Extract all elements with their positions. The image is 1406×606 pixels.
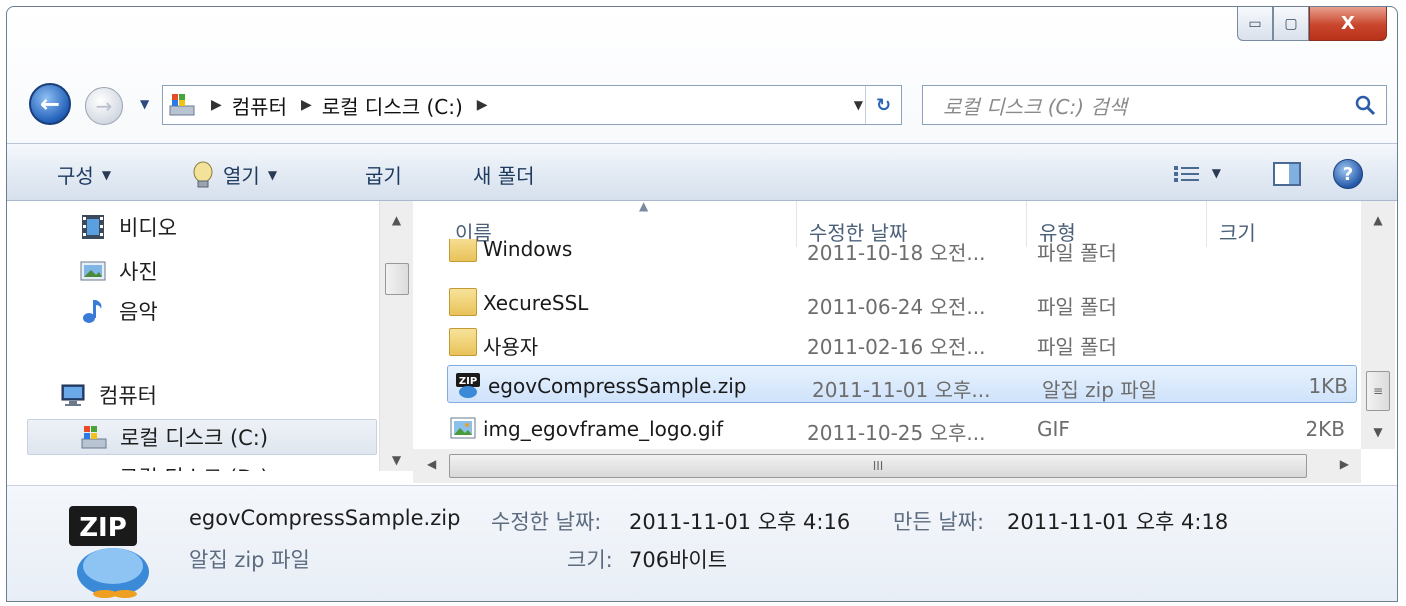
- address-bar[interactable]: ▶ 컴퓨터 ▶ 로컬 디스크 (C:) ▶ ▼ ↻: [162, 85, 902, 125]
- organize-button[interactable]: 구성 ▼: [57, 160, 111, 189]
- new-folder-button[interactable]: 새 폴더: [473, 160, 535, 189]
- scrollbar-thumb[interactable]: ≡: [1366, 371, 1390, 411]
- nav-item-label: 로컬 디스크 (D:): [119, 462, 269, 471]
- scroll-left-icon[interactable]: ◀: [427, 457, 436, 471]
- caption-buttons: ▭ ▢ X: [1237, 7, 1387, 45]
- breadcrumb-computer[interactable]: 컴퓨터: [232, 91, 287, 120]
- nav-item-video[interactable]: 비디오: [79, 209, 177, 245]
- detail-created-value: 2011-11-01 오후 4:18: [1007, 510, 1229, 534]
- detail-size-label: 크기:: [567, 548, 613, 572]
- zip-file-large-icon: ZIP: [69, 506, 149, 598]
- search-placeholder: 로컬 디스크 (C:) 검색: [943, 94, 1128, 119]
- detail-filename: egovCompressSample.zip: [189, 506, 461, 530]
- table-row-selected[interactable]: ZIP egovCompressSample.zip 2011-11-01 오후…: [447, 365, 1357, 403]
- svg-text:ZIP: ZIP: [459, 376, 477, 387]
- table-row[interactable]: 사용자 2011-02-16 오전... 파일 폴더: [443, 323, 1353, 361]
- music-icon: [83, 300, 102, 323]
- burn-label: 굽기: [365, 164, 402, 188]
- content-area: 비디오 사진 음악 컴퓨터 로컬 디스크 (C:) ▲ ▼ ▲ 이름 수정한 날…: [7, 201, 1397, 485]
- breadcrumb-local-disk-c[interactable]: 로컬 디스크 (C:): [322, 91, 463, 120]
- scrollbar-thumb[interactable]: [385, 263, 409, 295]
- open-bulb-icon: [193, 161, 213, 187]
- file-list-vertical-scrollbar[interactable]: ▲ ≡ ▼: [1361, 201, 1395, 449]
- search-icon[interactable]: [1354, 94, 1376, 116]
- refresh-button[interactable]: ↻: [865, 86, 901, 124]
- breadcrumb-separator[interactable]: ▶: [211, 97, 222, 113]
- scroll-right-icon[interactable]: ▶: [1340, 457, 1349, 471]
- nav-item-label: 사진: [119, 260, 158, 284]
- nav-item-pictures[interactable]: 사진: [79, 253, 158, 289]
- detail-modified-value: 2011-11-01 오후 4:16: [629, 510, 851, 534]
- address-dropdown[interactable]: ▼: [854, 98, 863, 112]
- explorer-window: ▭ ▢ X ← → ▼ ▶ 컴퓨터 ▶ 로컬 디스크 (C:) ▶ ▼ ↻ 로컬…: [6, 6, 1398, 602]
- zip-icon: ZIP: [456, 373, 480, 398]
- open-label: 열기: [223, 164, 260, 188]
- computer-icon: [61, 384, 85, 406]
- open-button[interactable]: 열기 ▼: [191, 160, 277, 189]
- navigation-row: ← → ▼ ▶ 컴퓨터 ▶ 로컬 디스크 (C:) ▶ ▼ ↻ 로컬 디스크 (…: [7, 67, 1397, 139]
- help-icon[interactable]: ?: [1333, 159, 1363, 189]
- folder-icon: [449, 239, 477, 262]
- file-list: ▲ 이름 수정한 날짜 유형 크기 Windows 2011-10-18 오전.…: [413, 201, 1361, 449]
- zip-icon-label: ZIP: [79, 513, 127, 543]
- close-button[interactable]: X: [1309, 7, 1387, 41]
- nav-item-music[interactable]: 음악: [79, 293, 158, 329]
- detail-filetype: 알집 zip 파일: [189, 548, 310, 572]
- view-dropdown-icon[interactable]: ▼: [1212, 166, 1221, 180]
- nav-item-computer[interactable]: 컴퓨터: [59, 377, 157, 413]
- details-pane: ZIP egovCompressSample.zip 알집 zip 파일 수정한…: [7, 485, 1397, 601]
- drive-icon: [169, 94, 195, 116]
- detail-created-label: 만든 날짜:: [893, 510, 985, 534]
- organize-label: 구성: [57, 164, 94, 188]
- scroll-down-icon[interactable]: ▼: [1361, 425, 1395, 439]
- command-toolbar: 구성 ▼ 열기 ▼ 굽기 새 폴더 ▼ ?: [7, 143, 1397, 201]
- nav-item-label: 음악: [119, 300, 158, 324]
- chevron-down-icon: ▼: [101, 167, 112, 182]
- nav-item-label: 로컬 디스크 (C:): [120, 426, 269, 450]
- table-row[interactable]: Windows 2011-10-18 오전... 파일 폴더: [443, 239, 1353, 269]
- scroll-down-icon[interactable]: ▼: [380, 453, 413, 467]
- new-folder-label: 새 폴더: [473, 164, 535, 188]
- nav-item-local-disk-c[interactable]: 로컬 디스크 (C:): [27, 419, 377, 455]
- preview-pane-icon[interactable]: [1273, 162, 1301, 186]
- detail-modified-label: 수정한 날짜:: [491, 510, 602, 534]
- drive-icon: [79, 463, 107, 471]
- drive-icon: [81, 426, 107, 449]
- nav-item-local-disk-d[interactable]: 로컬 디스크 (D:): [79, 459, 269, 471]
- image-file-icon: [450, 417, 476, 439]
- maximize-button[interactable]: ▢: [1273, 7, 1309, 41]
- search-input[interactable]: 로컬 디스크 (C:) 검색: [922, 85, 1387, 125]
- back-button[interactable]: ←: [29, 83, 71, 125]
- file-list-horizontal-scrollbar[interactable]: ◀ III ▶: [413, 449, 1361, 483]
- recent-pages-dropdown[interactable]: ▼: [140, 97, 149, 111]
- scroll-up-icon[interactable]: ▲: [380, 213, 413, 227]
- detail-size-value: 706바이트: [629, 548, 728, 572]
- folder-icon: [449, 288, 477, 316]
- folder-icon: [449, 328, 477, 356]
- minimize-button[interactable]: ▭: [1237, 7, 1273, 41]
- nav-item-label: 컴퓨터: [99, 384, 157, 408]
- sort-ascending-icon: ▲: [639, 201, 649, 213]
- nav-item-label: 비디오: [119, 216, 177, 240]
- burn-button[interactable]: 굽기: [365, 160, 402, 189]
- video-icon: [82, 215, 104, 239]
- table-row[interactable]: img_egovframe_logo.gif 2011-10-25 오후... …: [443, 409, 1353, 447]
- breadcrumb-separator[interactable]: ▶: [301, 97, 312, 113]
- navigation-pane: 비디오 사진 음악 컴퓨터 로컬 디스크 (C:): [7, 201, 379, 471]
- chevron-down-icon: ▼: [267, 167, 278, 182]
- breadcrumb-separator[interactable]: ▶: [477, 97, 488, 113]
- table-row[interactable]: XecureSSL 2011-06-24 오전... 파일 폴더: [443, 283, 1353, 321]
- scrollbar-thumb[interactable]: III: [449, 454, 1307, 478]
- forward-button[interactable]: →: [85, 87, 123, 125]
- navigation-pane-scrollbar[interactable]: ▲ ▼: [379, 201, 413, 471]
- picture-icon: [80, 261, 106, 281]
- view-options-icon[interactable]: [1173, 164, 1201, 184]
- scroll-up-icon[interactable]: ▲: [1361, 213, 1395, 227]
